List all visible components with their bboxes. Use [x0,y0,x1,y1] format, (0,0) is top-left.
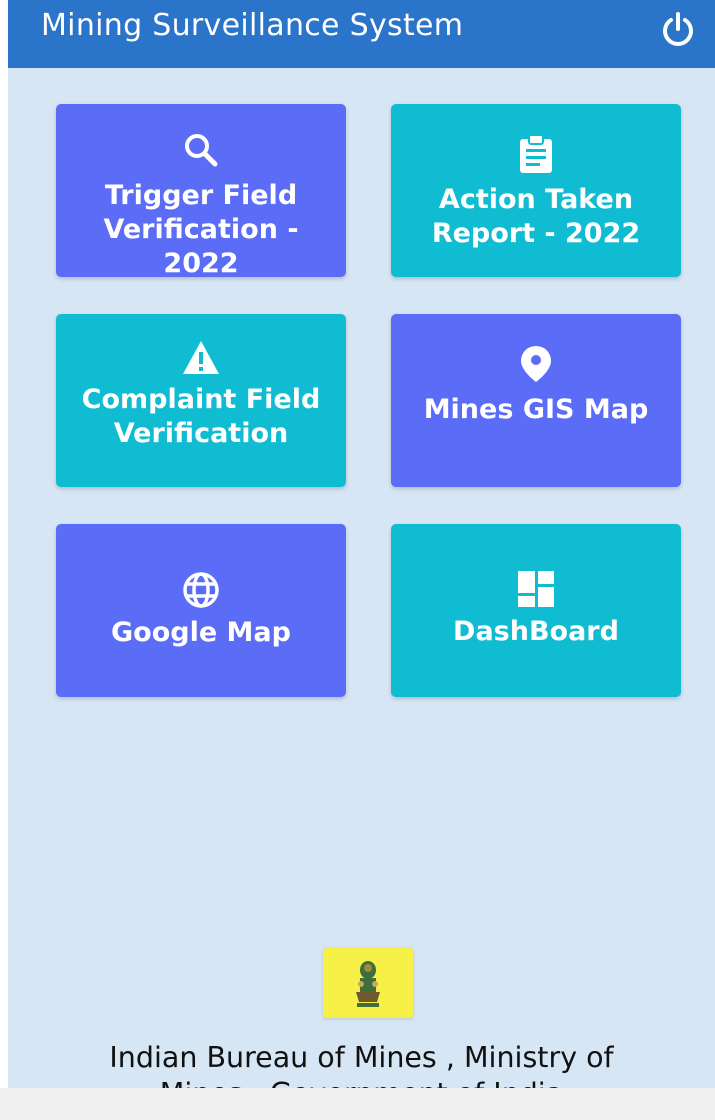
warning-icon [183,341,219,374]
tile-label: Trigger Field Verification - 2022 [103,180,299,277]
trigger-field-verification-tile[interactable]: Trigger Field Verification - 2022 [56,104,346,277]
app-bar: Mining Surveillance System [8,0,715,68]
power-icon[interactable] [658,10,698,50]
tile-label: Google Map [111,617,291,648]
dashboard-tile[interactable]: DashBoard [391,524,681,697]
dashboard-icon [518,571,554,607]
google-map-tile[interactable]: Google Map [56,524,346,697]
app-screen: Mining Surveillance System Trigger Field… [8,0,715,1120]
globe-icon [183,572,219,608]
complaint-field-verification-tile[interactable]: Complaint Field Verification [56,314,346,487]
tile-label: DashBoard [453,616,619,647]
tile-label: Mines GIS Map [423,394,649,425]
footer-line-1: Indian Bureau of Mines , Ministry of [109,1041,614,1074]
app-title: Mining Surveillance System [41,8,464,43]
action-taken-report-tile[interactable]: Action Taken Report - 2022 [391,104,681,277]
bottom-strip [0,1088,715,1120]
ministry-emblem-logo [323,948,413,1018]
emblem-icon [356,961,380,1007]
search-icon [185,134,218,167]
mines-gis-map-tile[interactable]: Mines GIS Map [391,314,681,487]
clipboard-icon [520,134,552,173]
tile-label: Action Taken Report - 2022 [431,184,641,249]
tile-label: Complaint Field Verification [81,384,321,449]
location-pin-icon [521,346,551,382]
